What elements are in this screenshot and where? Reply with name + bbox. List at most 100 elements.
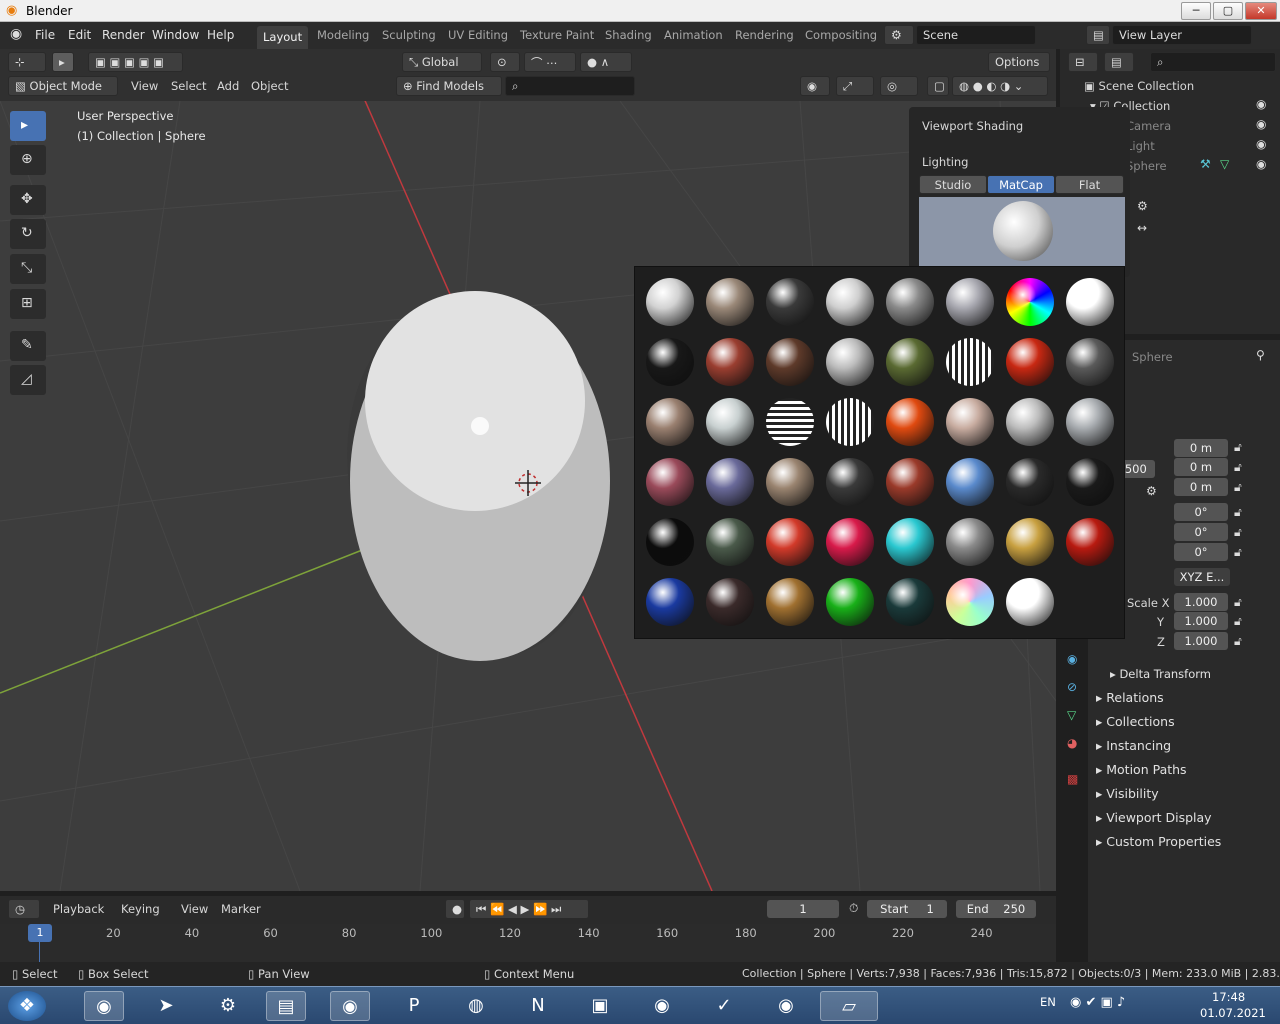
timeline-ruler[interactable]: 1 20 40 60 80 100 120 140 160 180 200 220 240 [0, 924, 1056, 962]
menu-timeline-view[interactable]: View [181, 902, 208, 916]
matcap-sphere[interactable] [886, 338, 934, 386]
visibility-icon[interactable]: ◉ [800, 76, 830, 96]
matcap-sphere[interactable] [946, 578, 994, 626]
outliner-editor-icon[interactable]: ⊟ [1068, 52, 1098, 72]
tab-sculpting[interactable]: Sculpting [382, 28, 436, 42]
matcap-sphere[interactable] [766, 338, 814, 386]
menu-window[interactable]: Window [152, 28, 199, 42]
blender-taskbar-icon[interactable]: ◉ [330, 991, 370, 1021]
outliner-sphere[interactable]: Sphere [1126, 159, 1167, 173]
menu-keying[interactable]: Keying [121, 902, 160, 916]
matcap-sphere[interactable] [646, 398, 694, 446]
scale-z-field[interactable]: 1.000 [1174, 632, 1228, 650]
menu-select[interactable]: Select [171, 79, 206, 93]
tab-rendering[interactable]: Rendering [735, 28, 794, 42]
matcap-sphere[interactable] [766, 398, 814, 446]
select-mode-icon[interactable]: ▸ [52, 52, 74, 72]
matcap-sphere[interactable] [706, 338, 754, 386]
outliner-scene-collection[interactable]: ▣ Scene Collection [1084, 79, 1194, 93]
matcap-sphere[interactable] [706, 518, 754, 566]
view-layer-icon[interactable]: ▤ [1086, 25, 1110, 45]
outliner-search-input[interactable]: ⌕ [1150, 52, 1276, 72]
matcap-sphere[interactable] [646, 458, 694, 506]
playback-controls-icon[interactable]: ⏮ ⏪ ◀ ▶ ⏩ ⏭ [469, 899, 589, 919]
transform-tool[interactable]: ⊞ [10, 289, 46, 319]
outliner-camera[interactable]: Camera [1126, 119, 1171, 133]
scene-selector[interactable]: Scene [916, 25, 1036, 45]
lock-icon[interactable]: 🔓︎ [1234, 545, 1242, 560]
maximize-button[interactable]: ▢ [1213, 2, 1243, 20]
start-frame-field[interactable]: Start 1 [867, 900, 947, 918]
matcap-sphere[interactable] [1066, 518, 1114, 566]
matcap-sphere[interactable] [826, 338, 874, 386]
lock-icon[interactable]: 🔓︎ [1234, 505, 1242, 520]
matcap-sphere[interactable] [766, 458, 814, 506]
section-relations[interactable]: ▸ Relations [1096, 690, 1164, 705]
select-box-tool[interactable]: ▸ [10, 111, 46, 141]
menu-render[interactable]: Render [102, 28, 145, 42]
matcap-sphere[interactable] [1006, 398, 1054, 446]
lock-icon[interactable]: 🔓︎ [1234, 595, 1242, 610]
matcap-sphere[interactable] [946, 278, 994, 326]
matcap-sphere[interactable] [826, 578, 874, 626]
tab-shading[interactable]: Shading [605, 28, 652, 42]
rotate-tool[interactable]: ↻ [10, 219, 46, 249]
matcap-sphere[interactable] [826, 518, 874, 566]
constraints-tab-icon[interactable]: ⊘ [1067, 680, 1077, 694]
menu-view[interactable]: View [131, 79, 158, 93]
overlays-icon[interactable]: ◎ [880, 76, 918, 96]
data-tab-icon[interactable]: ▽ [1067, 708, 1076, 722]
rotation-mode-dropdown[interactable]: XYZ E... [1174, 568, 1230, 586]
app-p-taskbar-icon[interactable]: P [394, 991, 434, 1021]
clock-time[interactable]: 17:48 [1212, 990, 1245, 1004]
lock-icon[interactable]: 🔓︎ [1234, 480, 1242, 495]
shading-mode-icons[interactable]: ◍ ● ◐ ◑ ⌄ [952, 76, 1048, 96]
display-mode-icon[interactable]: ▤ [1104, 52, 1134, 72]
section-instancing[interactable]: ▸ Instancing [1096, 738, 1171, 753]
clock-date[interactable]: 01.07.2021 [1200, 1006, 1266, 1020]
tab-compositing[interactable]: Compositing [805, 28, 877, 42]
menu-file[interactable]: File [35, 28, 55, 42]
matcap-sphere[interactable] [1006, 578, 1054, 626]
section-delta-transform[interactable]: ▸ Delta Transform [1110, 667, 1211, 681]
matcap-sphere[interactable] [646, 578, 694, 626]
minecraft-taskbar-icon[interactable]: ▣ [580, 991, 620, 1021]
notion-taskbar-icon[interactable]: N [518, 991, 558, 1021]
section-motion-paths[interactable]: ▸ Motion Paths [1096, 762, 1187, 777]
matcap-sphere[interactable] [826, 278, 874, 326]
find-models-dropdown[interactable]: ⊕ Find Models [396, 76, 502, 96]
physics-tab-icon[interactable]: ◉ [1067, 652, 1077, 666]
matcap-sphere[interactable] [1066, 278, 1114, 326]
pivot-icon[interactable]: ⊙ [490, 52, 520, 72]
matcap-sphere[interactable] [946, 518, 994, 566]
cursor-tool[interactable]: ⊕ [10, 145, 46, 175]
matcap-sphere[interactable] [826, 398, 874, 446]
matcap-sphere[interactable] [826, 458, 874, 506]
lock-icon[interactable]: 🔓︎ [1234, 525, 1242, 540]
menu-help[interactable]: Help [207, 28, 234, 42]
section-viewport-display[interactable]: ▸ Viewport Display [1096, 810, 1212, 825]
matcap-sphere[interactable] [1006, 458, 1054, 506]
matcap-sphere[interactable] [886, 578, 934, 626]
transform-orientation-dropdown[interactable]: ⤡ Global [402, 52, 482, 72]
end-frame-field[interactable]: End 250 [956, 900, 1036, 918]
collection-eye-icon[interactable]: ◉ [1256, 97, 1266, 111]
matcap-sphere[interactable] [646, 518, 694, 566]
material-tab-icon[interactable]: ◕ [1067, 736, 1077, 750]
rotation-z-field[interactable]: 0° [1174, 543, 1228, 561]
matcap-sphere[interactable] [646, 338, 694, 386]
minimize-button[interactable]: ─ [1181, 2, 1211, 20]
start-button[interactable]: ❖ [8, 991, 46, 1021]
matcap-sphere[interactable] [1006, 278, 1054, 326]
language-indicator[interactable]: EN [1040, 995, 1056, 1009]
options-dropdown[interactable]: Options [988, 52, 1050, 72]
location-x-field[interactable]: 0 m [1174, 439, 1228, 457]
record-icon[interactable]: ● [445, 899, 465, 919]
lighting-flat-button[interactable]: Flat [1055, 175, 1124, 194]
editor-type-icon[interactable]: ⊹ [8, 52, 46, 72]
matcap-sphere[interactable] [706, 578, 754, 626]
scale-y-field[interactable]: 1.000 [1174, 612, 1228, 630]
close-button[interactable]: ✕ [1245, 2, 1277, 20]
mesh-data-icon[interactable]: ▽ [1220, 157, 1229, 171]
selection-boolean-icons[interactable]: ▣ ▣ ▣ ▣ ▣ [88, 52, 183, 72]
